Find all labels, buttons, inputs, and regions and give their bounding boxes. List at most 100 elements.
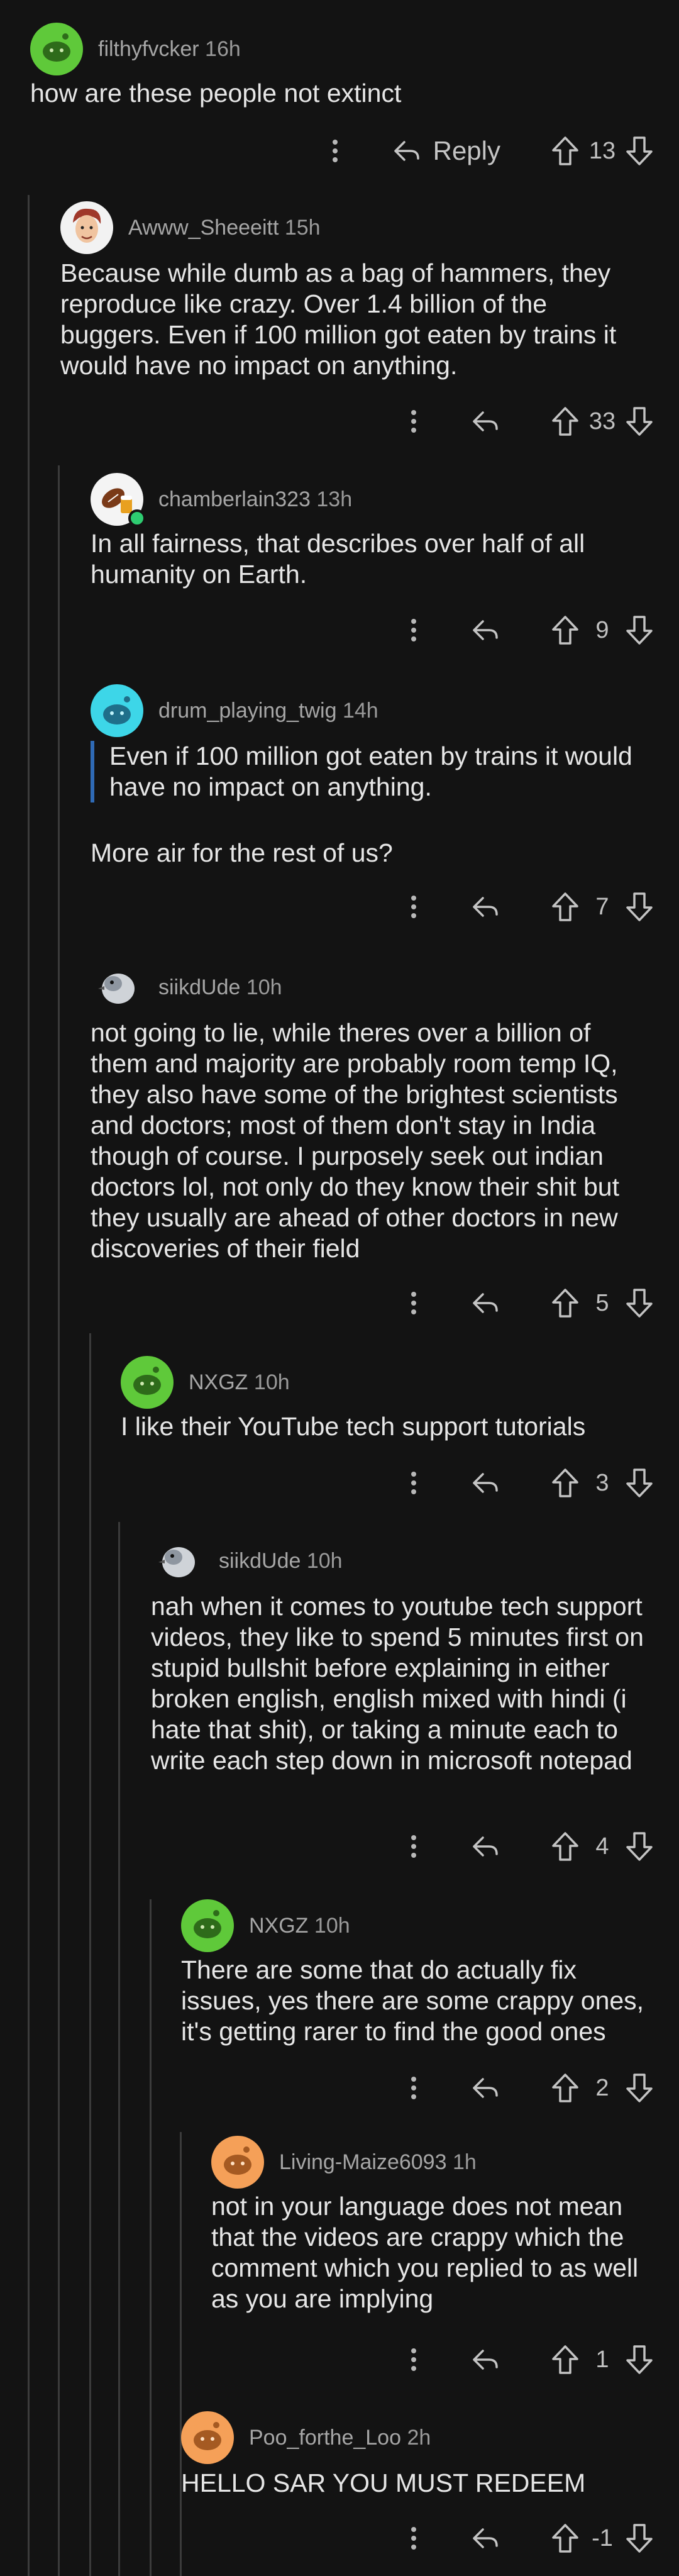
downvote-arrow-icon[interactable] xyxy=(625,2344,654,2375)
more-options-icon[interactable] xyxy=(395,402,433,440)
username[interactable]: Poo_forthe_Loo xyxy=(249,2426,401,2450)
reply-button[interactable] xyxy=(470,894,500,919)
downvote-arrow-icon[interactable] xyxy=(625,891,654,923)
vote-count: 33 xyxy=(588,408,616,435)
reply-button[interactable] xyxy=(470,1834,500,1859)
more-options-icon[interactable] xyxy=(316,132,354,170)
downvote-arrow-icon[interactable] xyxy=(625,406,654,437)
avatar[interactable] xyxy=(121,1356,174,1409)
upvote-arrow-icon[interactable] xyxy=(551,1287,580,1319)
reply-button[interactable] xyxy=(470,2075,500,2101)
comment-author: Living-Maize6093 1h xyxy=(279,2150,477,2175)
upvote-arrow-icon[interactable] xyxy=(551,891,580,923)
upvote-arrow-icon[interactable] xyxy=(551,614,580,646)
more-options-icon[interactable] xyxy=(395,1284,433,1322)
snoo-avatar-icon xyxy=(194,2422,221,2450)
upvote-arrow-icon[interactable] xyxy=(551,135,580,167)
timestamp: 1h xyxy=(452,2150,477,2174)
thread-line[interactable] xyxy=(180,2132,182,2576)
more-options-icon[interactable] xyxy=(395,2069,433,2107)
vote-controls: 2 xyxy=(551,2072,654,2104)
avatar[interactable] xyxy=(91,684,143,737)
snoo-avatar-icon xyxy=(103,696,131,724)
thread-line[interactable] xyxy=(28,195,30,2576)
upvote-arrow-icon[interactable] xyxy=(551,1467,580,1499)
comment-text: not in your language does not mean that … xyxy=(211,2192,646,2313)
username[interactable]: siikdUde xyxy=(219,1549,301,1573)
thread-line[interactable] xyxy=(89,1333,91,2576)
reply-button[interactable] xyxy=(470,2347,500,2372)
vote-controls: 7 xyxy=(551,891,654,923)
reply-button[interactable] xyxy=(470,618,500,643)
avatar[interactable] xyxy=(91,473,146,527)
more-options-icon[interactable] xyxy=(395,2519,433,2557)
downvote-arrow-icon[interactable] xyxy=(625,2523,654,2554)
more-options-icon[interactable] xyxy=(395,2341,433,2379)
username[interactable]: chamberlain323 xyxy=(158,487,311,511)
comment-text: More air for the rest of us? xyxy=(91,838,393,867)
previous-actions-row xyxy=(0,0,679,6)
reply-arrow-icon xyxy=(473,620,498,640)
avatar[interactable] xyxy=(60,201,113,254)
timestamp: 13h xyxy=(316,487,353,511)
more-options-icon[interactable] xyxy=(395,1828,433,1865)
avatar[interactable] xyxy=(181,2411,234,2464)
downvote-arrow-icon[interactable] xyxy=(625,1287,654,1319)
username[interactable]: Living-Maize6093 xyxy=(279,2150,447,2174)
avatar[interactable] xyxy=(151,1535,204,1587)
reply-button[interactable] xyxy=(470,1470,500,1496)
thread-line[interactable] xyxy=(150,1899,152,2576)
reply-arrow-icon xyxy=(473,2350,498,2370)
reply-arrow-icon xyxy=(473,2078,498,2098)
timestamp: 16h xyxy=(205,36,241,61)
thread-line[interactable] xyxy=(118,1522,120,2576)
username[interactable]: NXGZ xyxy=(189,1370,248,1394)
vote-count: 2 xyxy=(595,2074,609,2101)
comment-text: In all fairness, that describes over hal… xyxy=(91,529,592,589)
reply-button[interactable] xyxy=(470,2526,500,2551)
upvote-arrow-icon[interactable] xyxy=(551,2523,580,2554)
vote-count: 5 xyxy=(595,1289,609,1316)
comment-text: how are these people not extinct xyxy=(30,79,402,108)
thread-line[interactable] xyxy=(58,465,60,2576)
comment-author: chamberlain323 13h xyxy=(158,487,352,512)
vote-controls: 3 xyxy=(551,1467,654,1499)
comment-author: drum_playing_twig 14h xyxy=(158,699,378,723)
username[interactable]: drum_playing_twig xyxy=(158,699,337,723)
upvote-arrow-icon[interactable] xyxy=(551,2344,580,2375)
downvote-arrow-icon[interactable] xyxy=(625,2072,654,2104)
snoo-avatar-icon xyxy=(133,1367,161,1395)
avatar[interactable] xyxy=(30,23,83,75)
avatar[interactable] xyxy=(211,2136,264,2189)
upvote-arrow-icon[interactable] xyxy=(551,1831,580,1862)
online-status-dot xyxy=(128,509,146,527)
reply-arrow-icon xyxy=(473,2528,498,2548)
comment-author: filthyfvcker 16h xyxy=(98,37,241,62)
reply-arrow-icon xyxy=(473,411,498,431)
downvote-arrow-icon[interactable] xyxy=(625,1467,654,1499)
more-options-icon[interactable] xyxy=(395,888,433,926)
reply-button[interactable]: Reply xyxy=(392,136,500,166)
reply-button[interactable] xyxy=(470,409,500,434)
comment-text: I like their YouTube tech support tutori… xyxy=(121,1412,586,1441)
avatar[interactable] xyxy=(181,1899,234,1952)
more-options-icon[interactable] xyxy=(395,611,433,649)
username[interactable]: NXGZ xyxy=(249,1914,308,1938)
vote-controls: 13 xyxy=(551,135,654,167)
avatar[interactable] xyxy=(91,961,143,1014)
reply-arrow-icon xyxy=(473,1836,498,1857)
username[interactable]: Awww_Sheeeitt xyxy=(128,216,279,240)
timestamp: 10h xyxy=(246,975,282,999)
downvote-arrow-icon[interactable] xyxy=(625,1831,654,1862)
username[interactable]: siikdUde xyxy=(158,975,240,999)
vote-controls: 33 xyxy=(551,406,654,437)
upvote-arrow-icon[interactable] xyxy=(551,2072,580,2104)
username[interactable]: filthyfvcker xyxy=(98,37,199,61)
upvote-arrow-icon[interactable] xyxy=(551,406,580,437)
reply-button[interactable] xyxy=(470,1291,500,1316)
comment-text: Because while dumb as a bag of hammers, … xyxy=(60,258,624,380)
more-options-icon[interactable] xyxy=(395,1464,433,1502)
downvote-arrow-icon[interactable] xyxy=(625,614,654,646)
pigeon-avatar-icon xyxy=(158,1547,195,1577)
downvote-arrow-icon[interactable] xyxy=(625,135,654,167)
